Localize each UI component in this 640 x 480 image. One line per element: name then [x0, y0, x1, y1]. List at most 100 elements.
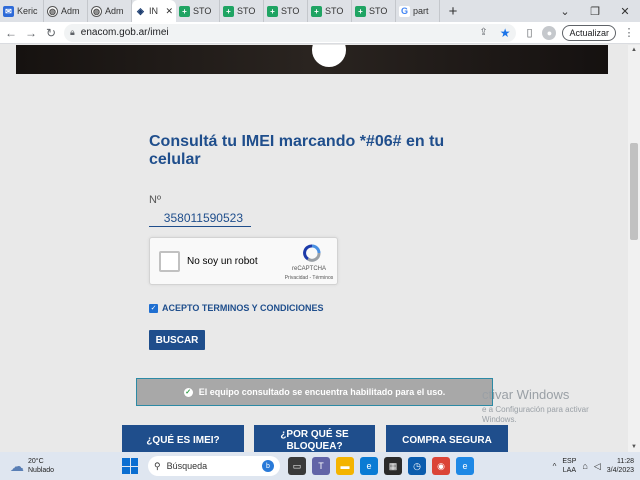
- menu-kebab-icon[interactable]: ⋮: [622, 26, 636, 40]
- hero-logo-circle: [312, 45, 346, 67]
- tab-label: STO: [369, 6, 388, 16]
- recaptcha-widget: No soy un robot reCAPTCHA Privacidad - T…: [149, 237, 338, 285]
- bookmark-star-icon[interactable]: ★: [500, 26, 511, 40]
- tab-stock-5[interactable]: + STO: [352, 0, 396, 22]
- search-icon: ⚲: [154, 460, 161, 471]
- volume-icon[interactable]: ◁: [594, 461, 601, 472]
- tab-google-part[interactable]: Gpart: [396, 0, 440, 22]
- system-tray: ^ ESP LAA ⌂ ◁ 11:28 3/4/2023: [553, 457, 640, 475]
- mail-icon: ✉: [3, 5, 14, 17]
- tab-label: STO: [281, 6, 300, 16]
- what-is-imei-button[interactable]: ¿QUÉ ES IMEI?: [122, 425, 244, 452]
- address-bar[interactable]: 🔒︎ enacom.gob.ar/imei ⇪ ★: [64, 23, 517, 42]
- tab-label: Keric: [17, 6, 38, 16]
- google-icon: G: [399, 5, 410, 17]
- url-text: enacom.gob.ar/imei: [80, 27, 169, 38]
- close-window-icon[interactable]: ✕: [610, 0, 640, 22]
- tab-label: Adm: [105, 6, 124, 16]
- windows-taskbar: ☁ 20°C Nublado ⚲ Búsqueda b ▭ T ▬ e ▦ ◷ …: [0, 452, 640, 480]
- weather-temp: 20°C: [28, 458, 44, 465]
- recaptcha-label: No soy un robot: [187, 256, 258, 267]
- why-blocked-button[interactable]: ¿POR QUÉ SE BLOQUEA?: [254, 425, 375, 452]
- tab-label: STO: [193, 6, 212, 16]
- minimize-icon[interactable]: ⌄: [550, 0, 580, 22]
- scroll-down-icon[interactable]: ▼: [628, 442, 640, 452]
- tab-imei-active[interactable]: ◈ IN ✕: [132, 0, 176, 22]
- browser-toolbar: ← → ↻ 🔒︎ enacom.gob.ar/imei ⇪ ★ ▯ ● Actu…: [0, 22, 640, 44]
- windows-start-icon[interactable]: [122, 458, 138, 474]
- taskbar-apps: ▭ T ▬ e ▦ ◷ ◉ e: [288, 457, 474, 475]
- share-icon[interactable]: ⇪: [479, 27, 487, 38]
- sheets-icon: +: [179, 5, 190, 17]
- language-indicator[interactable]: ESP LAA: [562, 457, 576, 475]
- sheets-icon: +: [355, 5, 366, 17]
- weather-widget[interactable]: ☁ 20°C Nublado: [0, 457, 120, 475]
- forward-icon[interactable]: →: [24, 26, 38, 40]
- tab-stock-4[interactable]: + STO: [308, 0, 352, 22]
- tab-label: STO: [237, 6, 256, 16]
- tab-stock-2[interactable]: + STO: [220, 0, 264, 22]
- teams-icon[interactable]: T: [312, 457, 330, 475]
- status-banner: ✓ El equipo consultado se encuentra habi…: [136, 378, 493, 406]
- page-viewport: Consultá tu IMEI marcando *#06# en tu ce…: [0, 45, 628, 452]
- close-tab-icon[interactable]: ✕: [165, 6, 173, 17]
- profile-avatar[interactable]: ●: [542, 25, 557, 40]
- imei-input[interactable]: [149, 209, 251, 227]
- update-button[interactable]: Actualizar: [562, 24, 616, 41]
- clock-date: 3/4/2023: [606, 467, 634, 474]
- tab-label: part: [413, 6, 429, 16]
- lang-line-2: LAA: [562, 467, 576, 474]
- page-title: Consultá tu IMEI marcando *#06# en tu ce…: [149, 133, 445, 168]
- sheets-icon: +: [311, 5, 322, 17]
- tab-keric[interactable]: ✉ Keric: [0, 0, 44, 22]
- scrollbar-thumb[interactable]: [630, 143, 638, 240]
- tab-stock-3[interactable]: + STO: [264, 0, 308, 22]
- tab-label: Adm: [61, 6, 80, 16]
- tray-overflow-icon[interactable]: ^: [553, 462, 557, 471]
- tab-adm-1[interactable]: ◍ Adm: [44, 0, 88, 22]
- page-scrollbar[interactable]: ▲ ▼: [628, 45, 640, 452]
- search-button[interactable]: BUSCAR: [149, 330, 205, 350]
- edge-icon[interactable]: e: [360, 457, 378, 475]
- recaptcha-links[interactable]: Privacidad - Términos: [278, 275, 340, 281]
- chrome-icon[interactable]: ◉: [432, 457, 450, 475]
- edge-dev-icon[interactable]: e: [456, 457, 474, 475]
- windows-activation-watermark: ctivar Windows e a Configuración para ac…: [482, 387, 589, 424]
- scroll-up-icon[interactable]: ▲: [628, 45, 640, 55]
- side-panel-icon[interactable]: ▯: [522, 26, 536, 40]
- clock-app-icon[interactable]: ◷: [408, 457, 426, 475]
- sheets-icon: +: [267, 5, 278, 17]
- terms-row[interactable]: ✓ ACEPTO TERMINOS Y CONDICIONES: [149, 303, 324, 313]
- watermark-line-3: Windows.: [482, 415, 517, 424]
- hero-banner: [16, 45, 608, 74]
- restore-icon[interactable]: ❐: [580, 0, 610, 22]
- store-icon[interactable]: ▦: [384, 457, 402, 475]
- recaptcha-checkbox[interactable]: [159, 251, 180, 272]
- network-icon[interactable]: ⌂: [582, 461, 587, 471]
- file-explorer-icon[interactable]: ▬: [336, 457, 354, 475]
- terms-checkbox[interactable]: ✓: [149, 303, 158, 313]
- check-circle-icon: ✓: [183, 387, 193, 397]
- taskbar-clock[interactable]: 11:28 3/4/2023: [607, 457, 634, 475]
- new-tab-button[interactable]: +: [444, 0, 462, 22]
- lock-icon[interactable]: 🔒︎: [70, 27, 75, 38]
- weather-desc: Nublado: [28, 467, 55, 474]
- recaptcha-logo-icon: [303, 244, 321, 262]
- bing-icon[interactable]: b: [262, 460, 274, 472]
- clock-time: 11:28: [617, 458, 634, 465]
- task-view-icon[interactable]: ▭: [288, 457, 306, 475]
- reload-icon[interactable]: ↻: [44, 26, 58, 40]
- tab-adm-2[interactable]: ◍ Adm: [88, 0, 132, 22]
- lang-line-1: ESP: [562, 458, 577, 465]
- back-icon[interactable]: ←: [4, 26, 18, 40]
- watermark-line-1: ctivar Windows: [482, 387, 570, 402]
- recaptcha-brand: reCAPTCHA: [291, 266, 326, 272]
- safe-purchase-button[interactable]: COMPRA SEGURA: [386, 425, 508, 452]
- terms-label: ACEPTO TERMINOS Y CONDICIONES: [162, 303, 324, 313]
- tab-label: IN: [149, 6, 158, 16]
- browser-tab-strip: ✉ Keric ◍ Adm ◍ Adm ◈ IN ✕ + STO + STO + STO + ST…: [0, 0, 640, 22]
- sheets-icon: +: [223, 5, 234, 17]
- imei-field-label: Nº: [149, 194, 161, 206]
- taskbar-search-box[interactable]: ⚲ Búsqueda b: [148, 456, 280, 476]
- tab-stock-1[interactable]: + STO: [176, 0, 220, 22]
